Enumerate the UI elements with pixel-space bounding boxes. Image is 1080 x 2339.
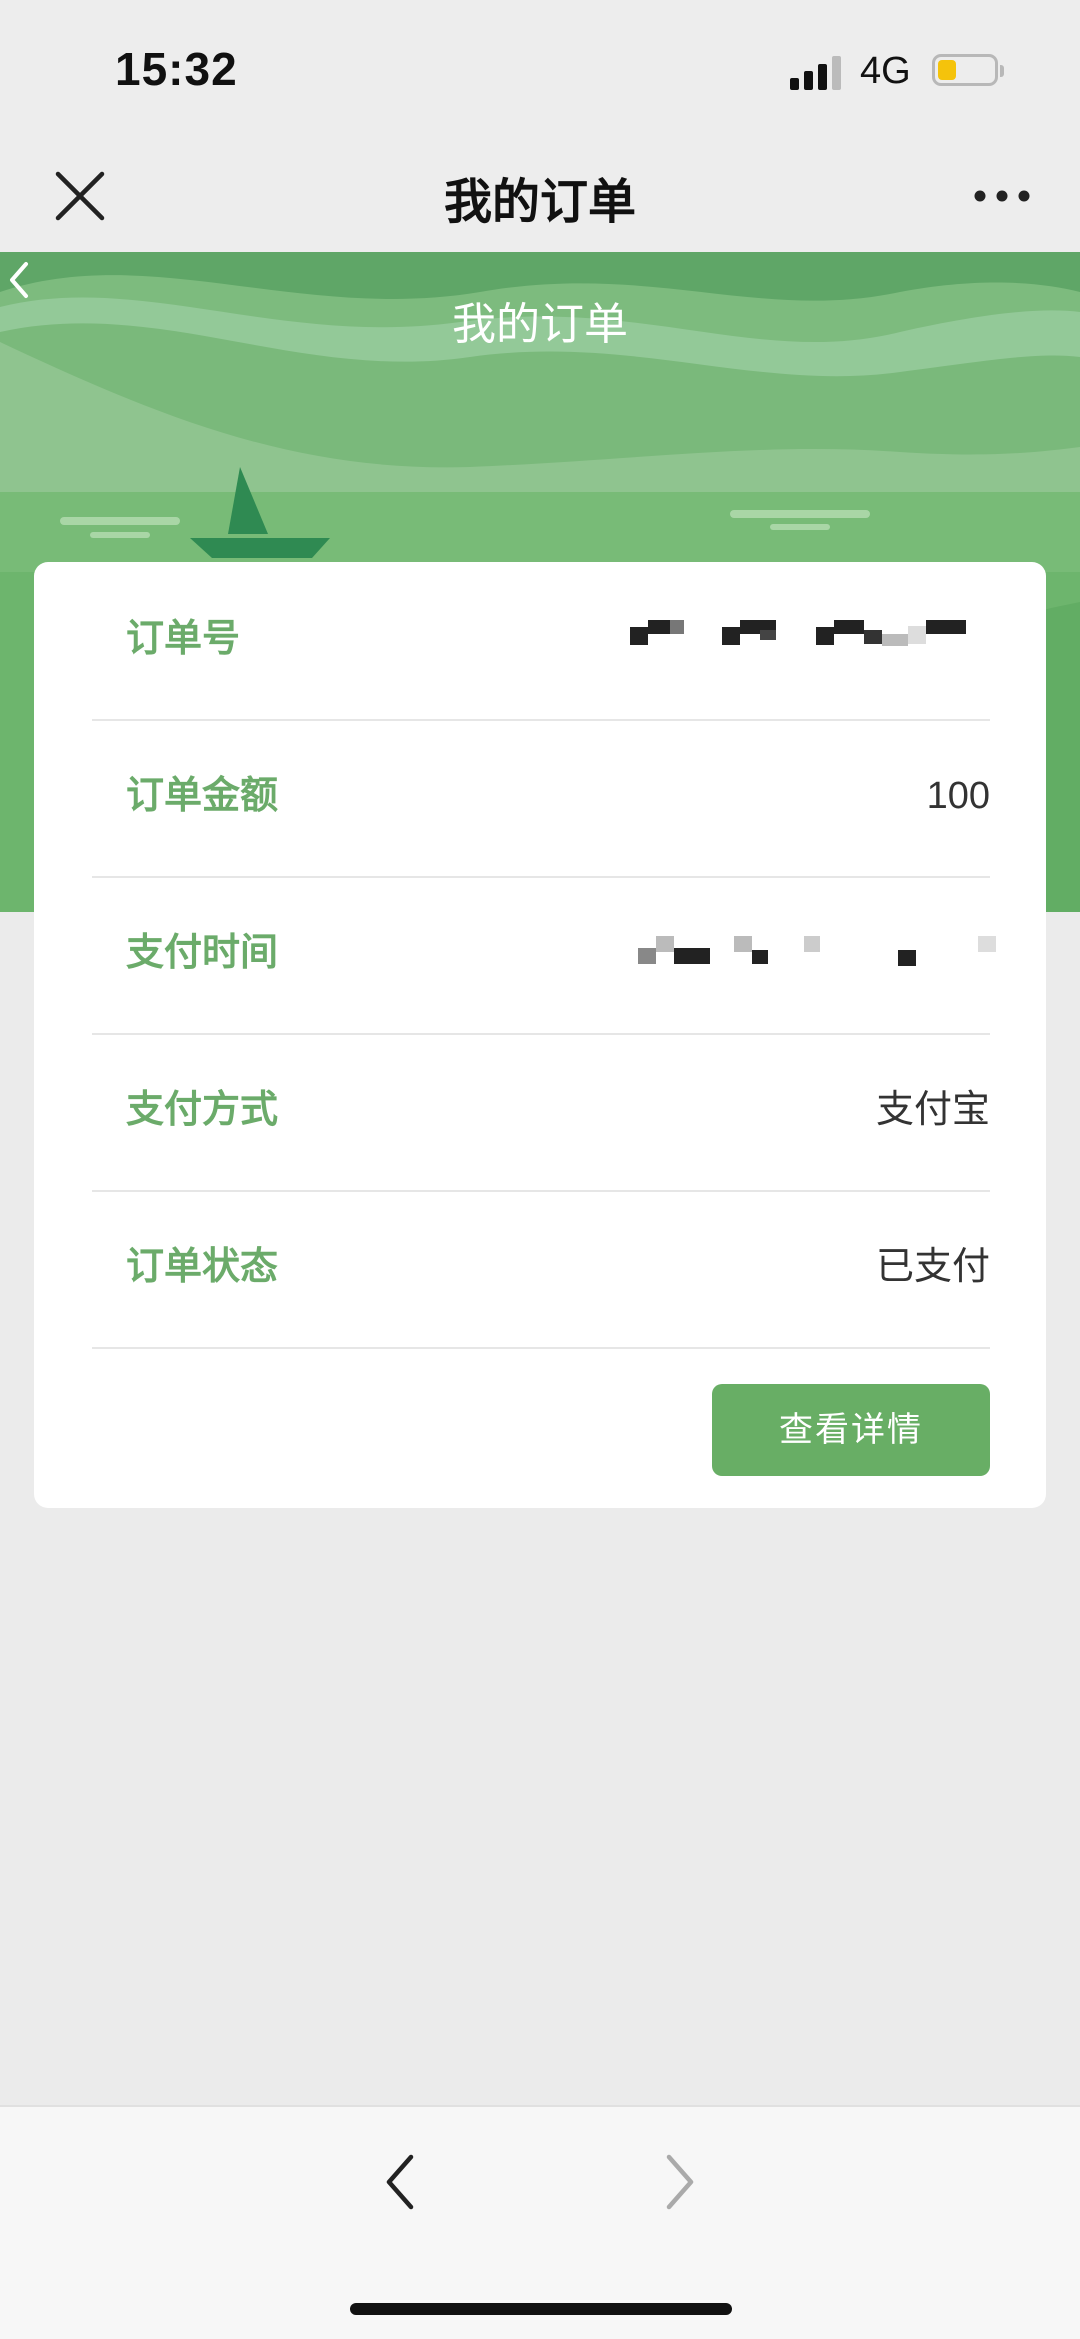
- order-amount-label: 订单金额: [126, 775, 279, 817]
- banner-title: 我的订单: [452, 300, 628, 349]
- order-amount-value: 100: [926, 775, 990, 817]
- order-status-value: 已支付: [875, 1246, 990, 1288]
- order-number-row: 订单号: [92, 562, 990, 721]
- payment-time-row: 支付时间: [92, 876, 996, 1035]
- home-indicator: [350, 2303, 732, 2315]
- page-title: 我的订单: [443, 176, 636, 229]
- view-details-button[interactable]: 查看详情: [712, 1384, 990, 1476]
- chevron-right-icon[interactable]: [655, 2147, 705, 2217]
- chevron-left-icon[interactable]: [375, 2147, 425, 2217]
- payment-method-label: 支付方式: [126, 1089, 279, 1131]
- signal-icon: [790, 56, 841, 90]
- order-amount-row: 订单金额 100: [92, 719, 990, 878]
- battery-icon: [932, 54, 1004, 86]
- order-card: 订单号 订单金额 100 支付时间 支付方式 支付宝 订单状态 已支付 查看详情: [34, 562, 1046, 1508]
- status-bar: 15:32 4G: [0, 0, 1080, 140]
- order-status-row: 订单状态 已支付: [92, 1190, 990, 1349]
- bottom-toolbar: [0, 2105, 1080, 2339]
- network-type: 4G: [860, 50, 911, 92]
- order-number-redacted: [630, 620, 966, 646]
- payment-time-redacted: [638, 936, 996, 966]
- nav-bar: 我的订单: [0, 140, 1080, 252]
- payment-method-row: 支付方式 支付宝: [92, 1033, 990, 1192]
- order-status-label: 订单状态: [126, 1246, 279, 1288]
- more-icon[interactable]: [970, 180, 1034, 212]
- status-time: 15:32: [115, 43, 238, 95]
- order-number-label: 订单号: [126, 618, 241, 660]
- payment-time-label: 支付时间: [126, 932, 279, 974]
- payment-method-value: 支付宝: [875, 1089, 990, 1131]
